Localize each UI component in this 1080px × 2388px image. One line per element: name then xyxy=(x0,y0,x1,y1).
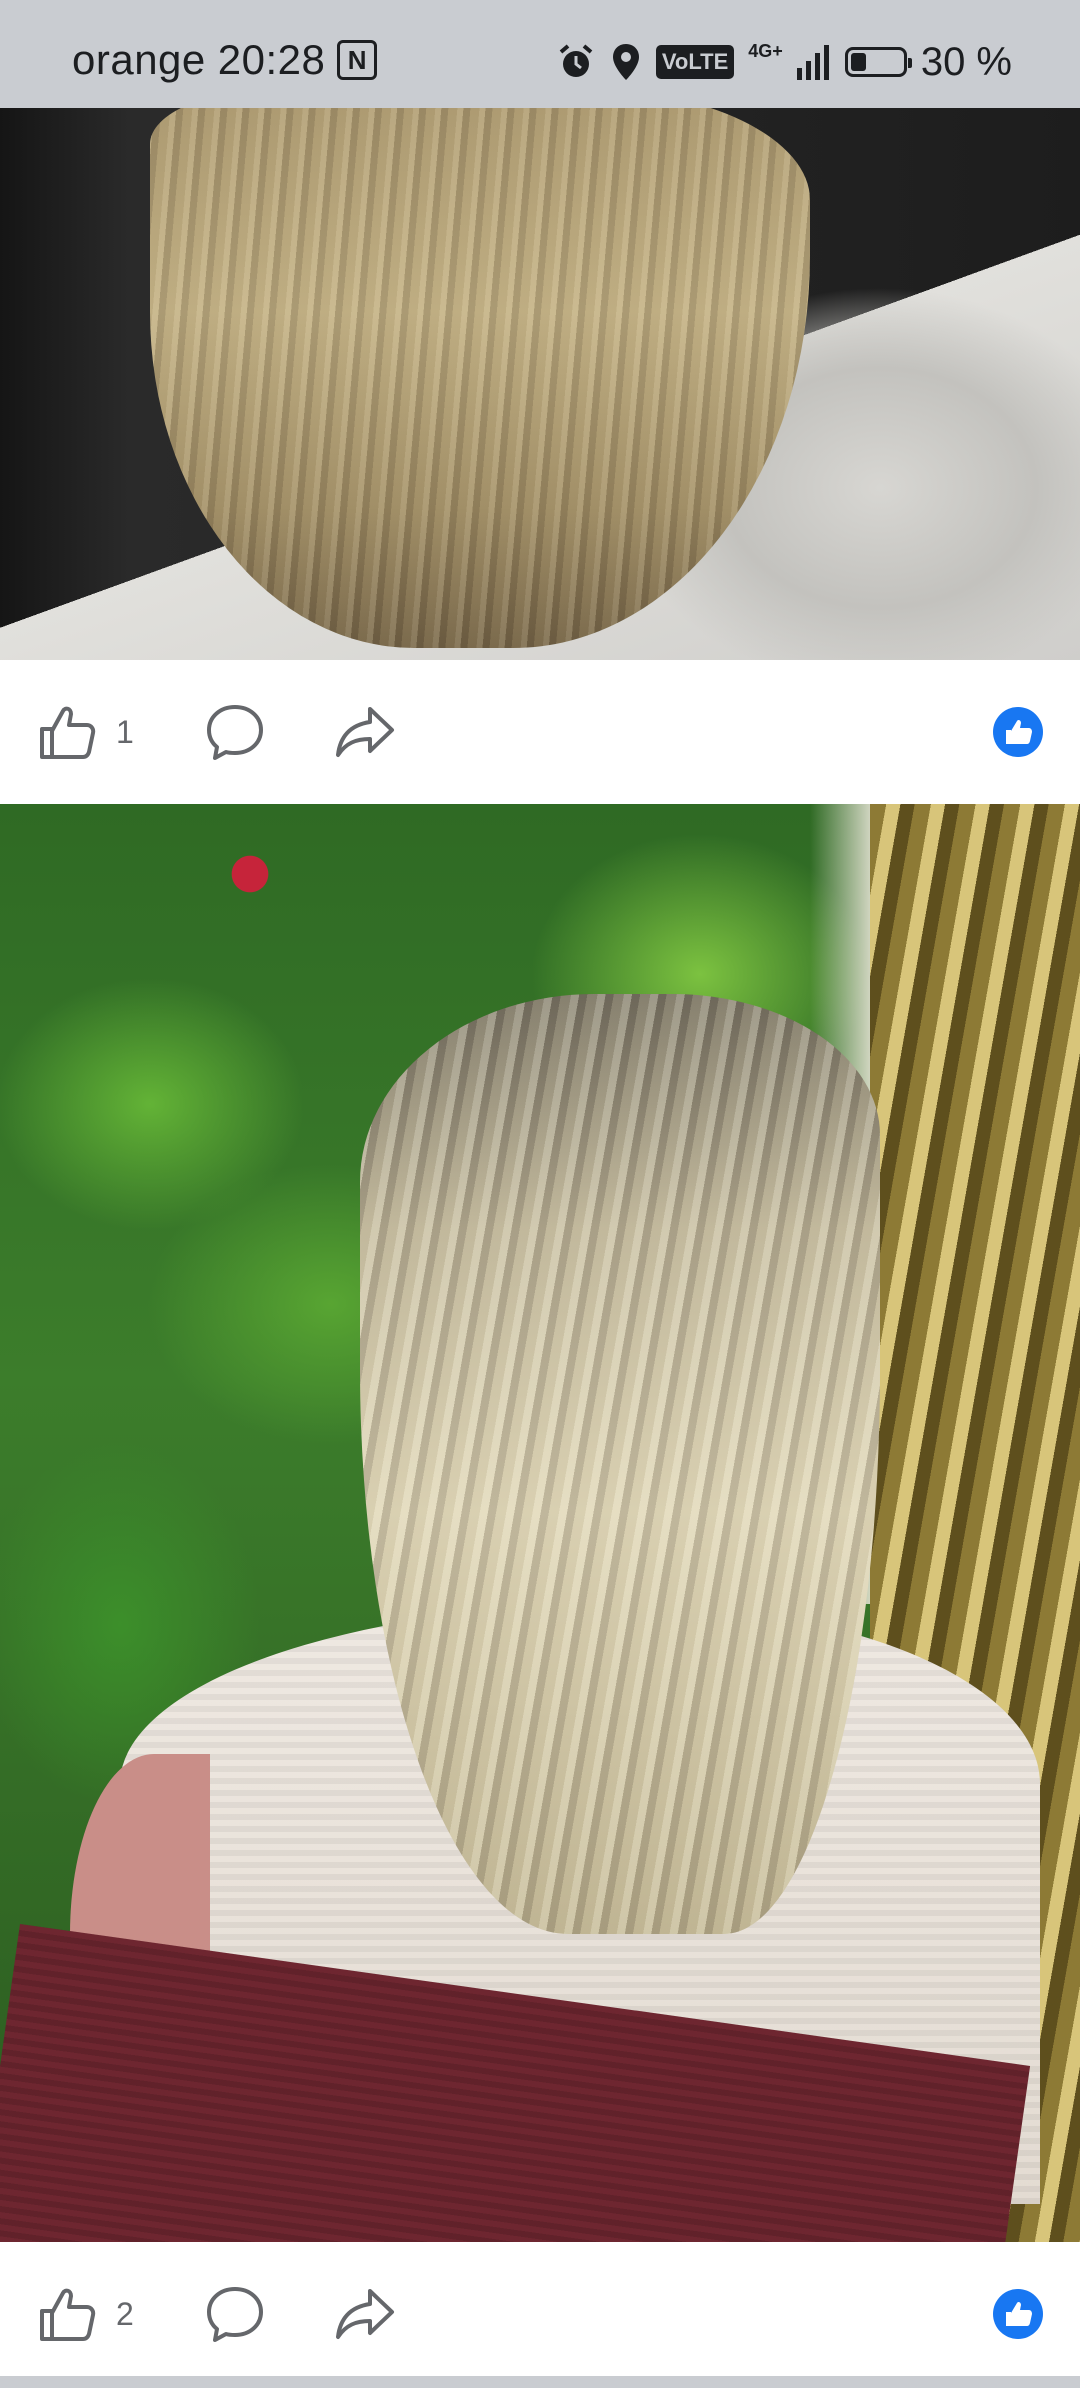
battery-percent: 30 % xyxy=(920,39,1012,84)
location-icon xyxy=(612,44,639,80)
thumbs-up-icon xyxy=(40,706,96,759)
share-arrow-icon xyxy=(336,2289,394,2339)
feed-divider xyxy=(0,2376,1080,2388)
share-arrow-icon xyxy=(336,707,394,757)
status-right: VoLTE 4G+ 30 % xyxy=(556,34,1012,90)
comment-bubble-icon xyxy=(207,705,263,760)
post-photo-1[interactable] xyxy=(0,108,1080,660)
share-button[interactable] xyxy=(334,2242,396,2386)
status-bar: orange 20:28 N VoLTE 4G+ 30 % xyxy=(0,0,1080,108)
volte-icon: VoLTE xyxy=(655,45,735,79)
post-photo-2[interactable] xyxy=(0,804,1080,2242)
comment-bubble-icon xyxy=(207,2287,263,2342)
like-count: 2 xyxy=(116,2295,134,2332)
post-actions-1: 1 xyxy=(0,660,1080,804)
network-type: 4G+ xyxy=(748,41,783,61)
alarm-icon xyxy=(559,44,593,77)
clock: 20:28 xyxy=(217,36,326,83)
hair-after-photo xyxy=(360,994,880,1934)
facebook-like-reaction-icon xyxy=(993,2289,1043,2339)
nfc-icon: N xyxy=(337,40,378,80)
like-button[interactable]: 2 xyxy=(36,2242,134,2386)
signal-icon xyxy=(796,45,829,80)
battery-icon xyxy=(844,47,912,77)
like-button[interactable]: 1 xyxy=(36,660,134,804)
post-actions-2: 2 xyxy=(0,2242,1080,2386)
hair-before-photo xyxy=(150,108,810,648)
share-button[interactable] xyxy=(334,660,396,804)
facebook-like-reaction-icon xyxy=(993,707,1043,757)
battery-fill xyxy=(850,53,866,71)
reaction-summary[interactable] xyxy=(992,2242,1044,2386)
thumbs-up-icon xyxy=(40,2288,96,2341)
status-left: orange 20:28 N xyxy=(72,32,378,88)
reaction-summary[interactable] xyxy=(992,660,1044,804)
comment-button[interactable] xyxy=(204,2242,266,2386)
carrier-name: orange xyxy=(72,36,206,83)
like-count: 1 xyxy=(116,713,134,750)
comment-button[interactable] xyxy=(204,660,266,804)
